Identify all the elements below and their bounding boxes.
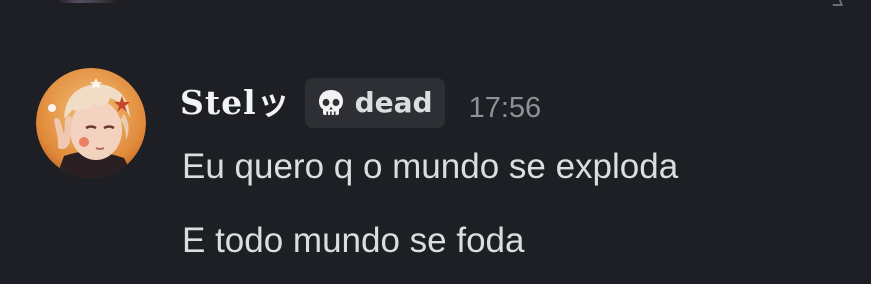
username[interactable]: Stelッ — [180, 83, 291, 123]
message-line: E todo mundo se foda — [182, 221, 525, 260]
anime-avatar-icon[interactable] — [36, 68, 146, 178]
message-line: Eu quero q o mundo se exploda — [182, 147, 679, 186]
previous-message-icon — [830, 0, 844, 6]
previous-message-edge — [0, 0, 871, 8]
role-label: dead — [354, 86, 433, 119]
chat-message[interactable]: Stelッ dead 17:56 Eu quero q o mundo se e… — [0, 60, 871, 270]
skull-icon — [318, 90, 343, 115]
message-header: Stelッ dead 17:56 — [180, 78, 541, 128]
previous-message-decoration — [58, 0, 118, 3]
role-tag[interactable]: dead — [304, 78, 445, 128]
message-timestamp[interactable]: 17:56 — [469, 91, 542, 125]
